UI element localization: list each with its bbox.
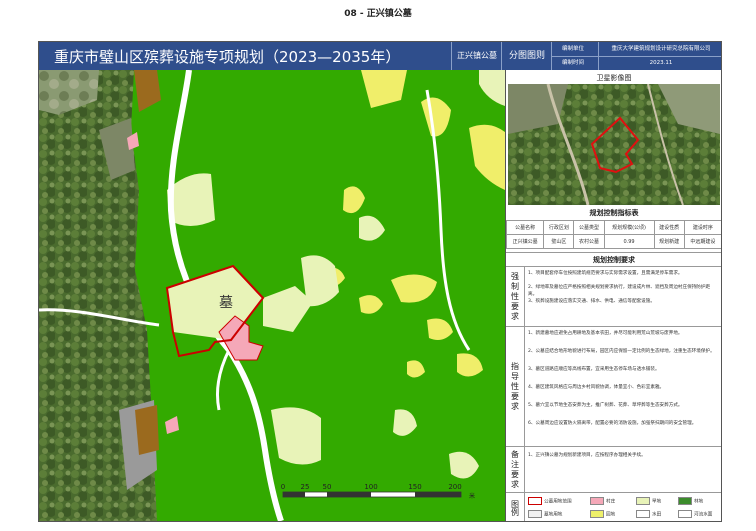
plan-sheet: 重庆市璧山区殡葬设施专项规划（2023—2035年） 正兴镇公墓 分图图则 编制… — [38, 41, 722, 522]
legend-item: 河流水面 — [678, 510, 712, 518]
index-value-cell: 农村公墓 — [573, 234, 605, 249]
index-value-row: 正兴镇公墓 璧山区 农村公墓 0.99 规划新建 中远期建设 — [505, 234, 721, 249]
legend-item: 园地 — [590, 510, 615, 518]
legend-label: 图例 — [506, 493, 525, 521]
remarks-section: 备注要求 1、正兴镇公墓为规划新建项目，应按程序办理相关手续。 — [506, 446, 721, 493]
date-value: 2023.11 — [598, 56, 721, 70]
date-label: 编制时间 — [562, 60, 585, 66]
index-title: 规划控制指标表 — [589, 209, 639, 217]
index-value-cell: 正兴镇公墓 — [505, 234, 545, 249]
org-label: 编制单位 — [562, 46, 585, 52]
mandatory-label: 强制性要求 — [506, 267, 525, 327]
control-sidebar: 卫星影像图 规划控制指标表 公墓名称 行政区划 公墓类型 规划规模(公顷) 建设… — [505, 70, 721, 521]
requirements-title: 规划控制要求 — [506, 252, 721, 265]
legend-item: 林地 — [678, 497, 703, 505]
scale-tick-label: 200 — [448, 483, 461, 491]
scale-tick-label: 0 — [281, 483, 285, 491]
satellite-image — [508, 84, 720, 205]
index-header-cell: 建设性质 — [653, 220, 685, 235]
index-header-cell: 建设时序 — [683, 220, 721, 235]
mandatory-item: 2、绿地率及墓位应严格按照相关规划要求执行，建设成片林、遮挡及周边村庄保持防护距… — [528, 285, 711, 297]
index-value-cell: 中远期建设 — [683, 234, 721, 249]
map-canvas: 墓 0 25 50 100 150 200 米 — [39, 70, 505, 521]
guidance-item: 2、公墓应结合地形地貌进行布局，园区内应保留一定比例的生态绿地，注重生态环境保护… — [528, 349, 715, 354]
guidance-section: 指导性要求 1、新建墓地应避免占用耕地及基本农田，并尽可能利用荒山荒坡与废弃地。… — [506, 326, 721, 447]
document-title: 08 - 正兴镇公墓 — [344, 9, 412, 19]
index-header-cell: 规划规模(公顷) — [603, 220, 655, 235]
index-value-cell: 规划新建 — [653, 234, 685, 249]
guidance-item: 1、新建墓地应避免占用耕地及基本农田，并尽可能利用荒山荒坡与废弃地。 — [528, 331, 683, 336]
legend-item: 公墓用地范围 — [528, 497, 572, 505]
legend-item: 墓地用地 — [528, 510, 562, 518]
legend-item: 村庄 — [590, 497, 615, 505]
org-value: 重庆大学建筑规划设计研究总院有限公司 — [598, 42, 721, 56]
index-header-cell: 公墓名称 — [505, 220, 545, 235]
index-value-cell: 0.99 — [603, 234, 655, 249]
guidance-label: 指导性要求 — [506, 327, 525, 447]
legend-item: 水田 — [636, 510, 661, 518]
cemetery-map-label: 墓 — [219, 295, 233, 311]
site-name: 正兴镇公墓 — [451, 42, 502, 70]
index-header-row: 公墓名称 行政区划 公墓类型 规划规模(公顷) 建设性质 建设时序 — [505, 220, 721, 235]
mandatory-item: 3、殡葬设施建设应落实交通、排水、供电、通信等配套设施。 — [528, 299, 655, 304]
scale-tick-label: 25 — [301, 483, 310, 491]
sheet-label: 分图图则 — [501, 42, 552, 70]
remarks-item: 1、正兴镇公墓为规划新建项目，应按程序办理相关手续。 — [528, 453, 646, 458]
scale-tick-label: 50 — [323, 483, 332, 491]
mandatory-section: 强制性要求 1、项目配套停车位按照建筑规范要求与实际需求设置，且需满足停车需求。… — [506, 266, 721, 327]
scale-unit: 米 — [469, 492, 475, 500]
remarks-label: 备注要求 — [506, 447, 525, 493]
index-value-cell: 璧山区 — [543, 234, 575, 249]
index-header-cell: 公墓类型 — [573, 220, 605, 235]
brown-land-patch-2 — [135, 405, 159, 455]
header-info-grid: 编制单位 重庆大学建筑规划设计研究总院有限公司 编制时间 2023.11 — [551, 42, 721, 70]
index-table: 公墓名称 行政区划 公墓类型 规划规模(公顷) 建设性质 建设时序 正兴镇公墓 … — [505, 220, 721, 249]
index-header-cell: 行政区划 — [543, 220, 575, 235]
scale-tick-label: 150 — [408, 483, 421, 491]
legend: 图例 公墓用地范围 村庄 旱地 林地 墓地用地 园地 水田 河流水面 — [506, 492, 721, 521]
guidance-item: 4、墓区建筑风格应与周边乡村风貌协调，体量宜小、色彩宜素雅。 — [528, 385, 665, 390]
land-use-map: 墓 0 25 50 100 150 200 米 — [39, 70, 505, 521]
guidance-item: 5、墓穴宜以节地生态安葬为主，推广树葬、花葬、草坪葬等生态安葬方式。 — [528, 403, 683, 408]
plan-title: 重庆市璧山区殡葬设施专项规划（2023—2035年） — [54, 48, 401, 66]
legend-item: 旱地 — [636, 497, 661, 505]
satellite-title: 卫星影像图 — [596, 74, 632, 82]
sheet-header: 重庆市璧山区殡葬设施专项规划（2023—2035年） 正兴镇公墓 分图图则 编制… — [39, 42, 721, 70]
guidance-item: 3、墓区道路应顺应等高线布置，宜采用生态停车场与透水铺装。 — [528, 367, 660, 372]
guidance-item: 6、公墓周边应设置防火隔离带，配置必要的消防设施，加强祭扫期间的安全管理。 — [528, 421, 697, 426]
scale-tick-label: 100 — [364, 483, 377, 491]
mandatory-item: 1、项目配套停车位按照建筑规范要求与实际需求设置，且需满足停车需求。 — [528, 271, 683, 276]
